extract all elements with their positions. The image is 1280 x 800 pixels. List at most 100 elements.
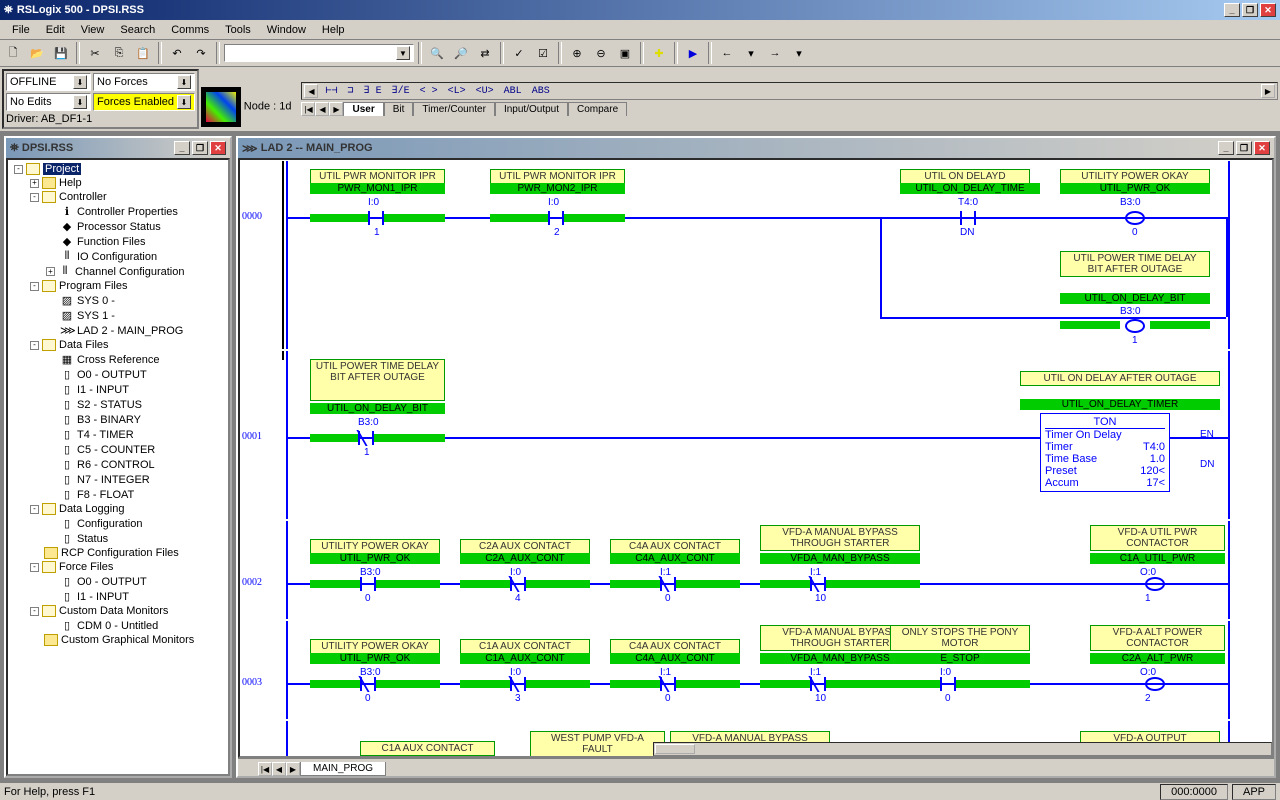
tree-node[interactable]: -Data Files	[10, 338, 226, 352]
ote-coil[interactable]	[1145, 677, 1165, 691]
tabs-start-button[interactable]: |◀	[258, 762, 272, 776]
ton-instruction[interactable]: TON Timer On Delay TimerT4:0 Time Base1.…	[1040, 413, 1170, 492]
menu-tools[interactable]: Tools	[217, 22, 259, 38]
paste-button[interactable]: 📋	[132, 42, 154, 64]
collapse-icon[interactable]: -	[30, 505, 39, 514]
collapse-icon[interactable]: -	[30, 282, 39, 291]
tree-node[interactable]: ◆Processor Status	[10, 219, 226, 234]
ote-coil[interactable]	[1145, 577, 1165, 591]
menu-comms[interactable]: Comms	[163, 22, 217, 38]
xio-contact[interactable]	[358, 431, 374, 445]
forces-dropdown[interactable]: No Forces⬇	[93, 73, 195, 91]
tree-close-button[interactable]: ✕	[210, 141, 226, 155]
tree-node[interactable]: -Controller	[10, 190, 226, 204]
ladder-minimize-button[interactable]: _	[1218, 141, 1234, 155]
tab-main-prog[interactable]: MAIN_PROG	[300, 762, 386, 776]
find-next-button[interactable]: 🔎	[450, 42, 472, 64]
copy-button[interactable]: ⎘	[108, 42, 130, 64]
xic-contact[interactable]	[940, 677, 956, 691]
instr-rung[interactable]: ⊢⊣	[322, 85, 340, 97]
tree-node[interactable]: ▯R6 - CONTROL	[10, 457, 226, 472]
replace-button[interactable]: ⇄	[474, 42, 496, 64]
tree-node[interactable]: -Program Files	[10, 279, 226, 293]
menu-view[interactable]: View	[73, 22, 113, 38]
collapse-icon[interactable]: -	[30, 563, 39, 572]
expand-icon[interactable]: +	[46, 267, 55, 276]
tree-node[interactable]: ▯I1 - INPUT	[10, 382, 226, 397]
tab-scroll-right-button[interactable]: ▶	[329, 102, 343, 116]
tab-scroll-start-button[interactable]: |◀	[301, 102, 315, 116]
cut-button[interactable]: ✂	[84, 42, 106, 64]
next-drop-button[interactable]: ▾	[788, 42, 810, 64]
instr-tab-user[interactable]: User	[343, 102, 383, 116]
tree-node[interactable]: -Custom Data Monitors	[10, 604, 226, 618]
tree-node[interactable]: -Data Logging	[10, 502, 226, 516]
redo-button[interactable]: ↷	[190, 42, 212, 64]
tree-node[interactable]: RCP Configuration Files	[10, 546, 226, 560]
tabs-right-button[interactable]: ▶	[286, 762, 300, 776]
tabs-left-button[interactable]: ◀	[272, 762, 286, 776]
tree-node[interactable]: -Force Files	[10, 560, 226, 574]
instr-branch[interactable]: ⊐	[345, 85, 357, 97]
tree-node[interactable]: ▨SYS 1 -	[10, 308, 226, 323]
tree-minimize-button[interactable]: _	[174, 141, 190, 155]
menu-help[interactable]: Help	[314, 22, 353, 38]
xic-contact[interactable]	[360, 577, 376, 591]
xic-contact[interactable]	[960, 211, 976, 225]
go-button[interactable]: ▶	[682, 42, 704, 64]
tree-node[interactable]: +Help	[10, 176, 226, 190]
tree-node[interactable]: ▯I1 - INPUT	[10, 589, 226, 604]
prev-drop-button[interactable]: ▾	[740, 42, 762, 64]
maximize-button[interactable]: ❐	[1242, 3, 1258, 17]
instr-tab-bit[interactable]: Bit	[384, 102, 414, 116]
tree-node[interactable]: +⦀Channel Configuration	[10, 264, 226, 279]
verify-file-button[interactable]: ☑	[532, 42, 554, 64]
tree-node[interactable]: ▯O0 - OUTPUT	[10, 367, 226, 382]
instr-tab-input-output[interactable]: Input/Output	[495, 102, 568, 116]
ladder-maximize-button[interactable]: ❐	[1236, 141, 1252, 155]
tree-node[interactable]: ▯Configuration	[10, 516, 226, 531]
tree-node[interactable]: Custom Graphical Monitors	[10, 633, 226, 647]
save-button[interactable]: 💾	[50, 42, 72, 64]
tree-node[interactable]: ℹController Properties	[10, 204, 226, 219]
instr-tab-timer-counter[interactable]: Timer/Counter	[413, 102, 495, 116]
address-dropdown[interactable]: ▼	[224, 44, 414, 62]
instr-abs[interactable]: ABS	[529, 86, 553, 97]
tree-node[interactable]: ▯CDM 0 - Untitled	[10, 618, 226, 633]
open-button[interactable]: 📂	[26, 42, 48, 64]
xio-contact[interactable]	[660, 677, 676, 691]
mode-dropdown[interactable]: OFFLINE⬇	[6, 73, 91, 91]
ladder-close-button[interactable]: ✕	[1254, 141, 1270, 155]
instr-abl[interactable]: ABL	[501, 86, 525, 97]
zoom-in-button[interactable]: ⊕	[566, 42, 588, 64]
tree-node[interactable]: ▯O0 - OUTPUT	[10, 574, 226, 589]
instr-ote[interactable]: < >	[417, 86, 441, 97]
find-button[interactable]: 🔍	[426, 42, 448, 64]
tree-node[interactable]: ▯C5 - COUNTER	[10, 442, 226, 457]
rung-1[interactable]: 0001 UTIL POWER TIME DELAY BIT AFTER OUT…	[240, 350, 1240, 520]
tree-node[interactable]: ▦Cross Reference	[10, 352, 226, 367]
tree-node[interactable]: ▯B3 - BINARY	[10, 412, 226, 427]
tab-scroll-left-button[interactable]: ◀	[315, 102, 329, 116]
next-button[interactable]: →	[764, 42, 786, 64]
xio-contact[interactable]	[810, 577, 826, 591]
tree-node[interactable]: ▨SYS 0 -	[10, 293, 226, 308]
tree-node[interactable]: -Project	[10, 162, 226, 176]
collapse-icon[interactable]: -	[30, 341, 39, 350]
undo-button[interactable]: ↶	[166, 42, 188, 64]
prev-button[interactable]: ←	[716, 42, 738, 64]
palette-left-button[interactable]: ◀	[304, 84, 318, 98]
collapse-icon[interactable]: -	[14, 165, 23, 174]
tree-node[interactable]: ◆Function Files	[10, 234, 226, 249]
tree-body[interactable]: -Project+Help-ControllerℹController Prop…	[6, 158, 230, 776]
tree-maximize-button[interactable]: ❐	[192, 141, 208, 155]
expand-icon[interactable]: +	[30, 179, 39, 188]
menu-window[interactable]: Window	[259, 22, 314, 38]
ladder-body[interactable]: 0000 UTIL PWR MONITOR IPR PWR_MON1_IPR I…	[238, 158, 1274, 758]
tree-node[interactable]: ▯F8 - FLOAT	[10, 487, 226, 502]
palette-right-button[interactable]: ▶	[1261, 84, 1275, 98]
collapse-icon[interactable]: -	[30, 607, 39, 616]
ote-coil[interactable]	[1125, 211, 1145, 225]
instr-xio[interactable]: ∃/E	[389, 85, 413, 97]
collapse-icon[interactable]: -	[30, 193, 39, 202]
